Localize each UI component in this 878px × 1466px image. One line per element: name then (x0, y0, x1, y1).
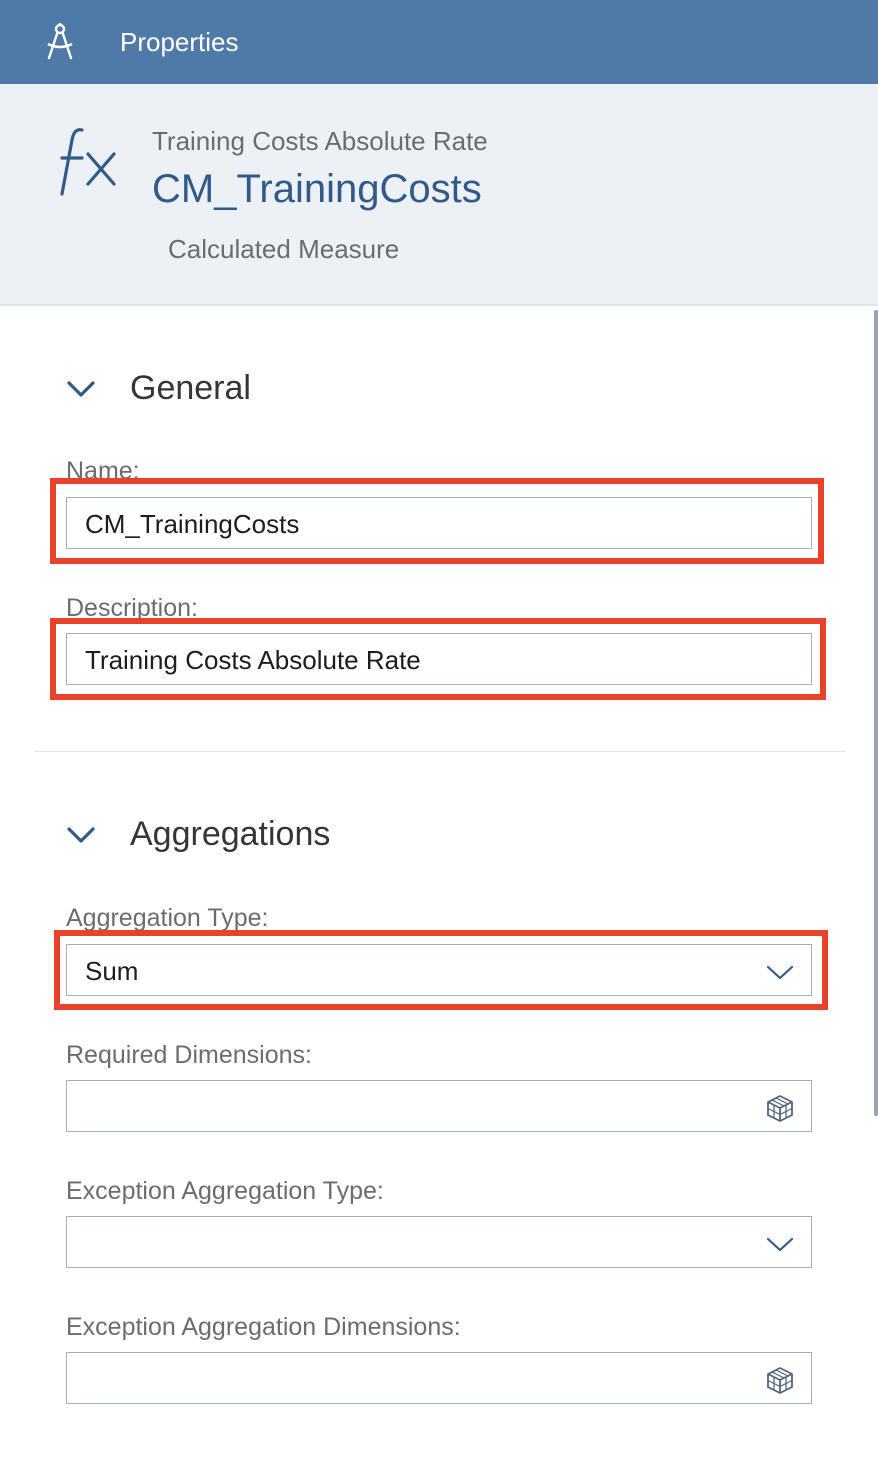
aggregation-type-label: Aggregation Type: (66, 904, 269, 932)
panel-title: Properties (120, 27, 239, 57)
name-value: CM_TrainingCosts (85, 509, 300, 539)
name-field[interactable]: CM_TrainingCosts (66, 497, 812, 549)
dropdown-arrow-icon[interactable] (765, 957, 795, 987)
section-aggregations-title: Aggregations (130, 815, 331, 853)
exception-aggregation-dimensions-field[interactable] (66, 1352, 812, 1404)
fx-icon (60, 128, 116, 196)
header-subtitle: Training Costs Absolute Rate (152, 126, 488, 156)
description-value: Training Costs Absolute Rate (85, 645, 421, 675)
required-dimensions-label: Required Dimensions: (66, 1041, 312, 1069)
section-general-title: General (130, 369, 251, 407)
aggregation-type-value: Sum (85, 956, 139, 986)
cube-icon[interactable] (765, 1365, 795, 1395)
shell-bar: Properties (0, 0, 878, 84)
compass-icon[interactable] (40, 20, 80, 64)
scrollbar[interactable] (874, 310, 878, 1116)
chevron-down-icon[interactable] (64, 818, 98, 852)
header-title: CM_TrainingCosts (152, 167, 482, 211)
chevron-down-icon[interactable] (64, 372, 98, 406)
description-field[interactable]: Training Costs Absolute Rate (66, 633, 812, 685)
section-divider (34, 751, 846, 752)
required-dimensions-field[interactable] (66, 1080, 812, 1132)
dropdown-arrow-icon[interactable] (765, 1229, 795, 1259)
cube-icon[interactable] (765, 1093, 795, 1123)
header-object-type: Calculated Measure (168, 234, 400, 264)
exception-aggregation-dimensions-label: Exception Aggregation Dimensions: (66, 1313, 461, 1341)
exception-aggregation-type-select[interactable] (66, 1216, 812, 1268)
aggregation-type-select[interactable]: Sum (66, 944, 812, 996)
exception-aggregation-type-label: Exception Aggregation Type: (66, 1177, 384, 1205)
